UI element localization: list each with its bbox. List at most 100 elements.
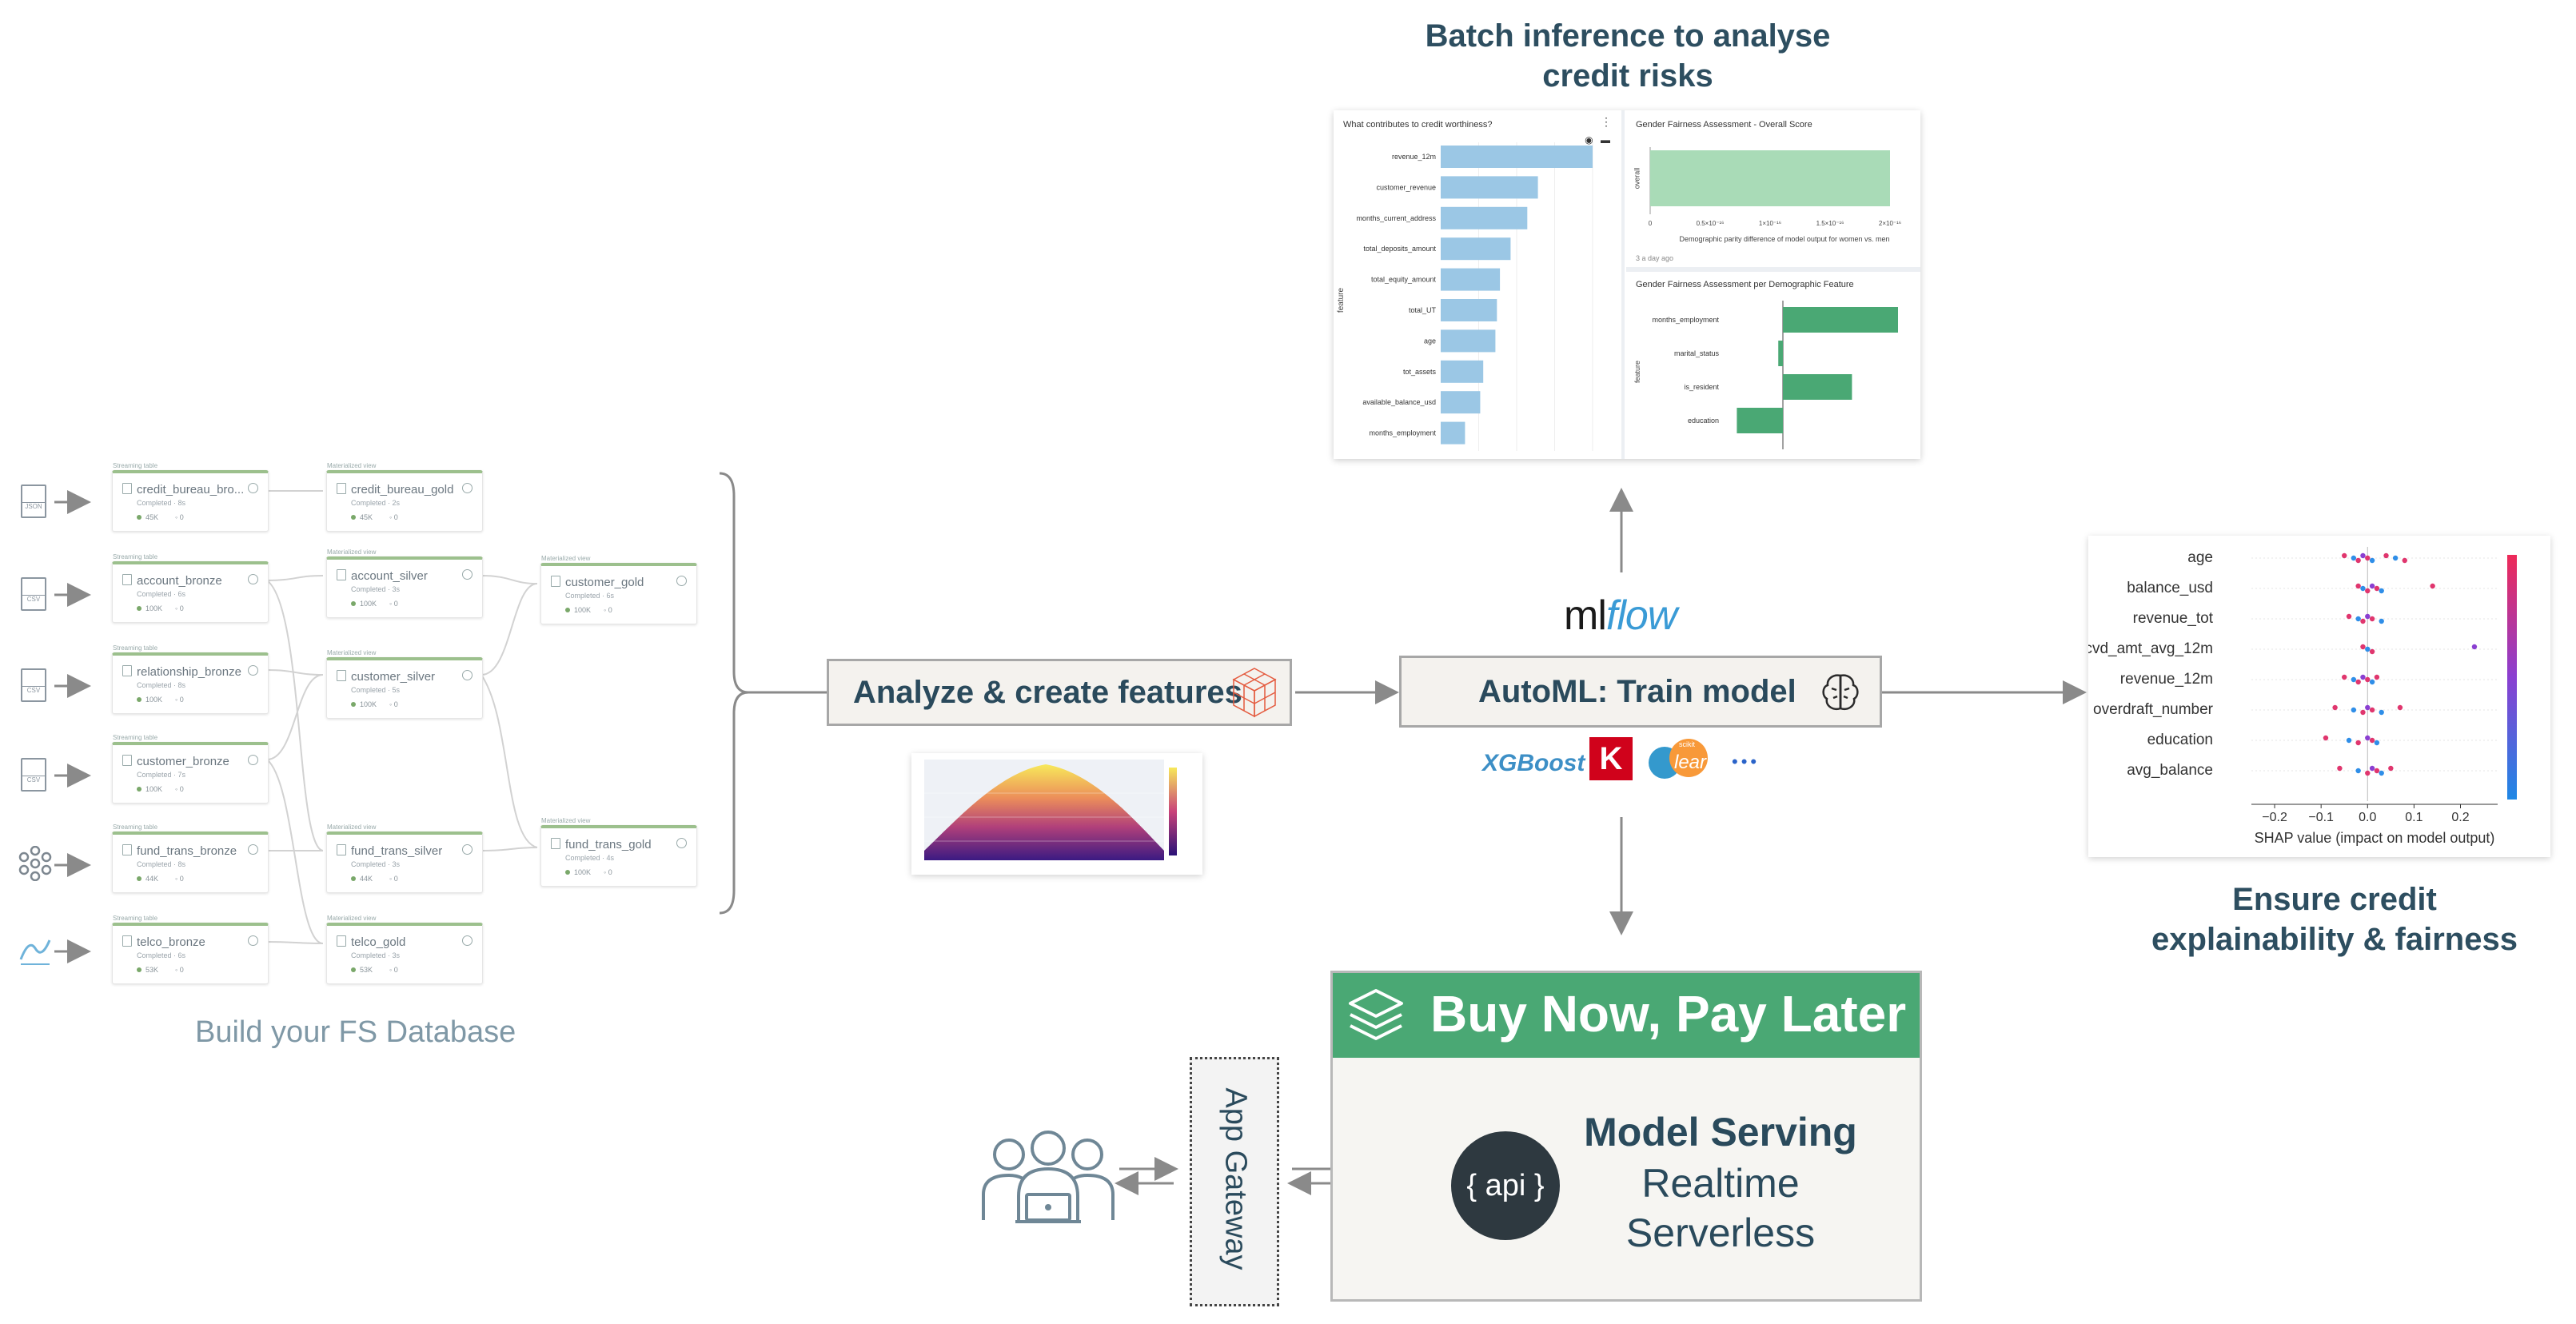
shap-point: [2430, 583, 2435, 589]
csv-file-icon: CSV: [18, 576, 50, 611]
shap-point: [2365, 588, 2371, 594]
shap-point: [2392, 555, 2399, 561]
api-icon: { api }: [1451, 1131, 1560, 1240]
batch-inference-heading: Batch inference to analyse credit risks: [1415, 16, 1840, 96]
credit-category-label: available_balance_usd: [1362, 398, 1436, 406]
x-tick-label: 0.1: [2405, 811, 2422, 824]
shap-point: [2365, 555, 2371, 561]
row-count-value: 100K: [360, 600, 377, 608]
analyze-features-box: Analyze & create features: [827, 659, 1292, 726]
batch-inference-line-1: Batch inference to analyse: [1425, 18, 1831, 54]
check-circle-icon: [248, 665, 258, 676]
overall-tick: 0.5×10⁻¹⁶: [1697, 220, 1725, 227]
node-name: telco_bronze: [137, 935, 205, 949]
fairness-bar: [1783, 374, 1852, 400]
node-type: Materialized view: [541, 555, 591, 562]
credit-category-label: age: [1424, 337, 1436, 345]
overall-tick: 1×10⁻¹⁶: [1759, 220, 1781, 227]
check-circle-icon: [248, 755, 258, 765]
status-dot: [137, 606, 142, 611]
credit-bar: [1441, 146, 1593, 168]
table-icon: [122, 665, 132, 676]
shap-color-bar: [2507, 555, 2517, 800]
node-status: Completed · 7s: [137, 771, 186, 779]
feature-cube-icon: [1232, 668, 1277, 718]
sklearn-label: learn: [1674, 752, 1717, 773]
shap-point: [2365, 735, 2371, 741]
status-dot: [137, 787, 142, 792]
shap-point: [2379, 618, 2384, 624]
shap-point: [2346, 613, 2352, 620]
row-count-value: 45K: [146, 513, 159, 521]
file-shape: [21, 758, 46, 792]
shap-point: [2355, 583, 2361, 589]
pipeline-node: Streaming table relationship_bronze Comple…: [112, 644, 269, 714]
shap-point: [2369, 583, 2375, 589]
fairness-overall-footer: 3 a day ago: [1636, 254, 1674, 262]
credit-bar: [1441, 329, 1496, 353]
node-status: Completed · 6s: [565, 592, 615, 600]
check-circle-icon: [676, 838, 687, 848]
x-tick-label: 0.2: [2451, 811, 2469, 824]
shap-point: [2471, 644, 2478, 650]
shap-point: [2360, 644, 2366, 650]
shap-point: [2355, 679, 2361, 685]
row-count-value: 100K: [146, 785, 163, 793]
shap-x-axis-label: SHAP value (impact on model output): [2255, 830, 2495, 846]
node-name: customer_bronze: [137, 755, 229, 768]
row-count-value: 100K: [574, 606, 592, 614]
fairness-bar: [1783, 307, 1898, 333]
shap-point: [2360, 618, 2366, 624]
kinesis-icon: [18, 932, 51, 967]
table-icon: [551, 838, 560, 849]
node-name: customer_silver: [351, 670, 436, 684]
credit-category-label: months_current_address: [1356, 214, 1436, 222]
table-icon: [337, 569, 346, 580]
shap-point: [2374, 740, 2380, 746]
fairness-feature-plot: months_employment marital_status is_reside…: [1652, 301, 1898, 449]
node-error-count: ◦ 0: [175, 696, 184, 704]
node-type: Streaming table: [113, 824, 158, 831]
shap-point: [2369, 679, 2375, 685]
shap-point: [2365, 704, 2371, 711]
shap-point: [2374, 674, 2380, 680]
shap-point: [2402, 557, 2407, 564]
model-serving-title: Model Serving: [1584, 1110, 1857, 1155]
node-error-count: ◦ 0: [389, 700, 398, 708]
shap-point: [2388, 765, 2394, 772]
brain-icon: [1822, 674, 1859, 710]
check-circle-icon: [462, 670, 473, 680]
pipeline-node: Materialized view customer_gold Completed …: [540, 555, 697, 624]
shap-point: [2383, 552, 2389, 559]
automl-label: AutoML: Train model: [1478, 673, 1796, 709]
credit-category-label: customer_revenue: [1376, 183, 1436, 191]
shap-point: [2369, 737, 2375, 744]
node-row-count: 100K: [137, 696, 162, 704]
file-type-label: JSON: [21, 502, 46, 510]
file-type-label: CSV: [21, 776, 46, 784]
pipeline-node: Streaming table credit_bureau_bro... Compl…: [112, 462, 269, 532]
node-status: Completed · 8s: [137, 860, 186, 868]
shap-point: [2355, 616, 2361, 622]
pipeline-node: Materialized view account_silver Completed…: [326, 548, 483, 618]
check-circle-icon: [248, 844, 258, 855]
node-status: Completed · 8s: [137, 499, 186, 507]
shap-point: [2369, 616, 2375, 622]
shap-point: [2369, 557, 2375, 564]
x-tick-label: 0.0: [2359, 811, 2376, 824]
shap-point: [2355, 557, 2361, 564]
shap-point: [2346, 737, 2352, 744]
node-type: Streaming table: [113, 553, 158, 560]
node-type: Materialized view: [327, 915, 377, 922]
shap-point: [2379, 588, 2384, 594]
credit-bar: [1441, 176, 1538, 199]
fairness-feature-panel: Gender Fairness Assessment per Demograph…: [1626, 272, 1920, 459]
x-tick-label: −0.2: [2262, 811, 2287, 824]
node-error-count: ◦ 0: [175, 604, 184, 612]
status-dot: [351, 876, 356, 881]
node-name: fund_trans_silver: [351, 844, 443, 858]
node-type: Materialized view: [327, 824, 377, 831]
credit-category-label: tot_assets: [1403, 368, 1437, 376]
pipeline-node: Materialized view customer_silver Complete…: [326, 649, 483, 719]
node-row-count: 100K: [351, 600, 377, 608]
